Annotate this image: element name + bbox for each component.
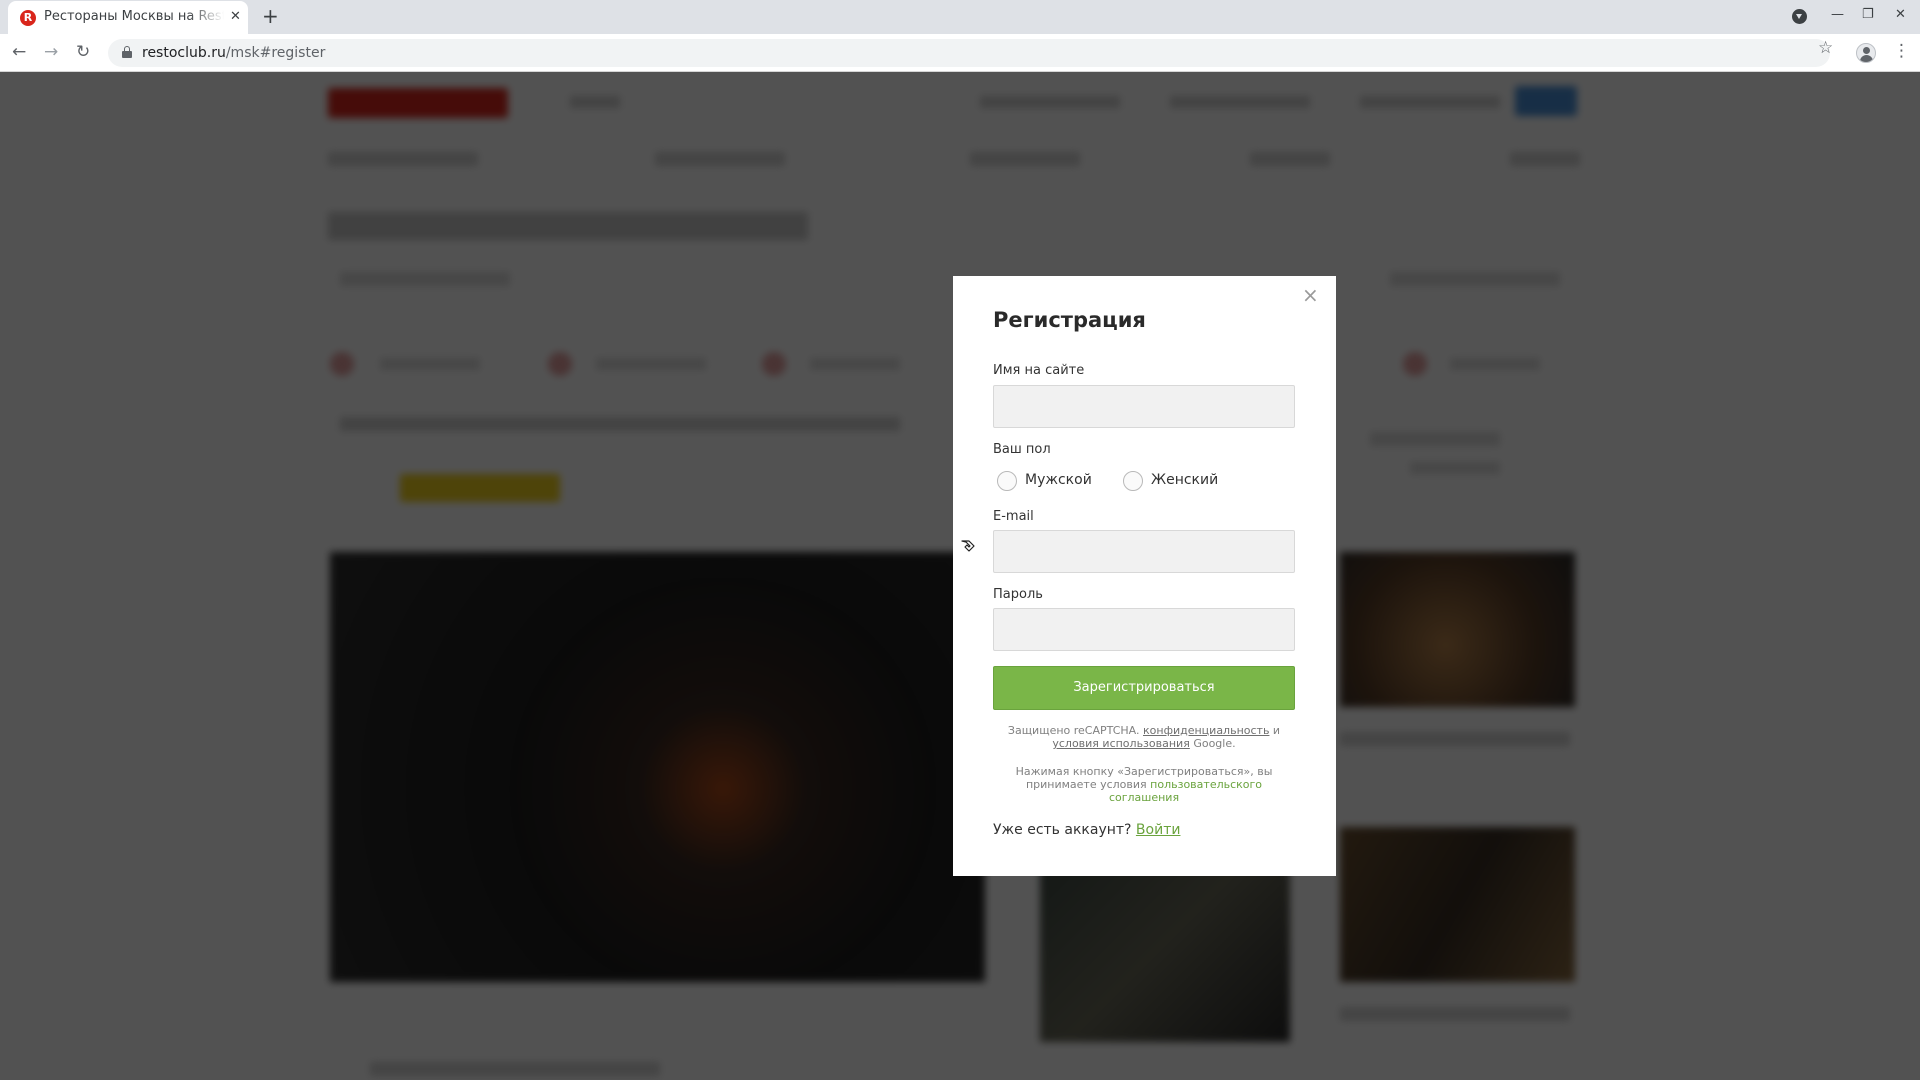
url-path: /msk#register <box>225 45 326 61</box>
radio-circle-icon[interactable] <box>1123 471 1143 491</box>
browser-toolbar: ← → ↻ restoclub.ru/msk#register ☆ ⋮ <box>0 34 1920 72</box>
mouse-cursor-icon <box>961 540 975 552</box>
tab-search-icon[interactable] <box>1792 9 1807 24</box>
tab-title: Рестораны Москвы на Restoclub <box>44 9 224 24</box>
url-host: restoclub.ru <box>142 45 226 61</box>
email-field[interactable] <box>993 530 1295 573</box>
reload-icon[interactable]: ↻ <box>76 42 90 62</box>
modal-title: Регистрация <box>993 308 1146 332</box>
login-link[interactable]: Войти <box>1136 822 1181 838</box>
tab-close-icon[interactable]: ✕ <box>230 9 241 24</box>
restore-icon[interactable]: ❐ <box>1862 7 1874 22</box>
address-url[interactable]: restoclub.ru/msk#register <box>142 45 325 61</box>
lock-icon <box>122 46 132 58</box>
profile-avatar-icon[interactable] <box>1856 43 1876 63</box>
password-field[interactable] <box>993 608 1295 651</box>
name-label: Имя на сайте <box>993 363 1085 378</box>
gender-option-label: Мужской <box>1025 472 1092 488</box>
site-favicon-icon: R <box>20 10 36 26</box>
radio-circle-icon[interactable] <box>997 471 1017 491</box>
browser-tab[interactable]: R Рестораны Москвы на Restoclub ✕ <box>8 1 248 34</box>
login-prompt-text: Уже есть аккаунт? <box>993 822 1136 838</box>
address-bar[interactable]: restoclub.ru/msk#register <box>108 39 1830 67</box>
email-label: E-mail <box>993 509 1034 524</box>
new-tab-button[interactable]: + <box>262 4 279 28</box>
close-icon[interactable]: × <box>1302 284 1319 306</box>
registration-modal: × Регистрация Имя на сайте Ваш пол Мужск… <box>953 276 1336 876</box>
terms-link[interactable]: условия использования <box>1052 737 1189 750</box>
recaptcha-notice: Защищено reCAPTCHA. конфиденциальность и… <box>993 724 1295 750</box>
window-close-icon[interactable]: ✕ <box>1895 7 1906 22</box>
agreement-notice: Нажимая кнопку «Зарегистрироваться», вы … <box>993 765 1295 804</box>
password-label: Пароль <box>993 587 1043 602</box>
recaptcha-text: Защищено reCAPTCHA. <box>1007 724 1143 737</box>
register-button[interactable]: Зарегистрироваться <box>993 666 1295 710</box>
gender-radio-female[interactable]: Женский <box>1123 469 1233 493</box>
recaptcha-and: и <box>1269 724 1281 737</box>
back-arrow-icon[interactable]: ← <box>12 42 26 62</box>
recaptcha-suffix: Google. <box>1189 737 1236 750</box>
browser-menu-icon[interactable]: ⋮ <box>1893 41 1910 61</box>
forward-arrow-icon[interactable]: → <box>44 42 58 62</box>
gender-option-label: Женский <box>1151 472 1219 488</box>
gender-label: Ваш пол <box>993 442 1051 457</box>
bookmark-star-icon[interactable]: ☆ <box>1818 38 1833 58</box>
gender-radio-male[interactable]: Мужской <box>997 469 1107 493</box>
browser-tab-strip: R Рестораны Москвы на Restoclub ✕ + — ❐ … <box>0 0 1920 34</box>
login-prompt: Уже есть аккаунт? Войти <box>993 822 1180 838</box>
name-input[interactable] <box>993 385 1295 428</box>
privacy-link[interactable]: конфиденциальность <box>1143 724 1269 737</box>
minimize-icon[interactable]: — <box>1831 7 1844 22</box>
